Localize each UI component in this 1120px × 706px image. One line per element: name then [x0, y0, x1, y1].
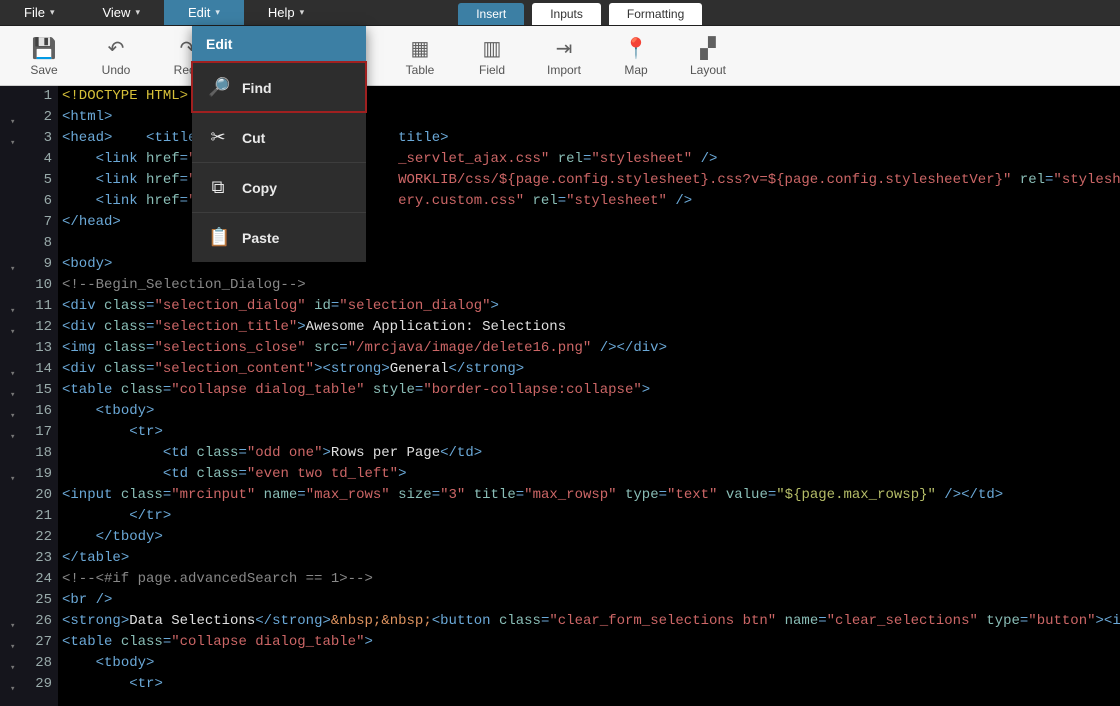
tab-inputs[interactable]: Inputs [532, 3, 601, 25]
import-icon: ⇥ [528, 35, 600, 63]
code-editor[interactable]: 12▾3▾456789▾1011▾12▾1314▾15▾16▾17▾1819▾2… [0, 86, 1120, 706]
caret-icon: ▾ [215, 7, 220, 18]
menu-view[interactable]: View▾ [78, 0, 163, 25]
menu-item-copy[interactable]: ⧉Copy [192, 162, 366, 212]
ribbon-import[interactable]: ⇥Import [528, 35, 600, 77]
ribbon-field[interactable]: ▥Field [456, 35, 528, 77]
menu-item-find[interactable]: 🔎Find [192, 62, 366, 112]
edit-dropdown: Edit 🔎Find ✂Cut ⧉Copy 📋Paste [192, 26, 366, 262]
menu-item-cut[interactable]: ✂Cut [192, 112, 366, 162]
copy-icon: ⧉ [208, 177, 228, 198]
clipboard-icon: 📋 [208, 227, 228, 248]
menubar: File▾ View▾ Edit▾ Help▾ Insert Inputs Fo… [0, 0, 1120, 26]
tab-formatting[interactable]: Formatting [609, 3, 702, 25]
field-icon: ▥ [456, 35, 528, 63]
scissors-icon: ✂ [208, 127, 228, 148]
menu-file[interactable]: File▾ [0, 0, 78, 25]
ribbon: 💾Save ↶Undo ↷Redo ▦Table ▥Field ⇥Import … [0, 26, 1120, 86]
tab-insert[interactable]: Insert [458, 3, 524, 25]
gutter: 12▾3▾456789▾1011▾12▾1314▾15▾16▾17▾1819▾2… [0, 86, 58, 706]
undo-icon: ↶ [80, 35, 152, 63]
caret-icon: ▾ [50, 7, 55, 18]
map-icon: 📍 [600, 35, 672, 63]
edit-dropdown-header: Edit [192, 26, 366, 62]
ribbon-map[interactable]: 📍Map [600, 35, 672, 77]
ribbon-undo[interactable]: ↶Undo [80, 35, 152, 77]
tabgroup: Insert Inputs Formatting [458, 0, 702, 25]
ribbon-layout[interactable]: ▞Layout [672, 35, 744, 77]
ribbon-table[interactable]: ▦Table [384, 35, 456, 77]
menu-item-paste[interactable]: 📋Paste [192, 212, 366, 262]
menu-help[interactable]: Help▾ [244, 0, 328, 25]
table-icon: ▦ [384, 35, 456, 63]
binoculars-icon: 🔎 [208, 77, 228, 98]
caret-icon: ▾ [300, 7, 305, 18]
save-icon: 💾 [8, 35, 80, 63]
ribbon-save[interactable]: 💾Save [8, 35, 80, 77]
caret-icon: ▾ [135, 7, 140, 18]
menu-edit[interactable]: Edit▾ [164, 0, 244, 25]
layout-icon: ▞ [672, 35, 744, 63]
